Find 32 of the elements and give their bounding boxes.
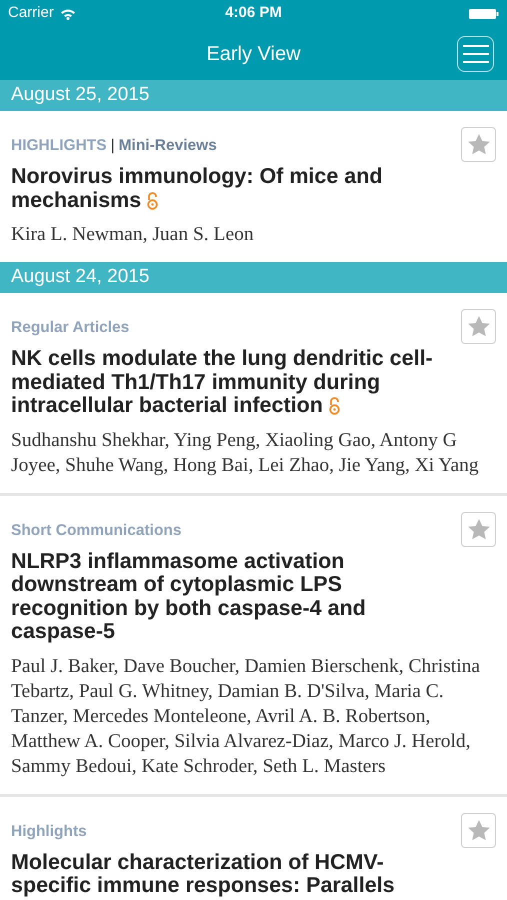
star-icon xyxy=(466,315,490,338)
article-category: Short Communications xyxy=(11,520,182,540)
favorite-button[interactable] xyxy=(461,812,496,848)
date-label: August 24, 2015 xyxy=(11,265,150,290)
carrier-label: Carrier xyxy=(8,3,54,24)
category-separator: | xyxy=(110,136,115,156)
star-icon xyxy=(466,818,490,842)
article-title[interactable]: Norovirus immunology: Of mice and mechanisms xyxy=(11,165,496,212)
open-lock-icon xyxy=(328,397,340,416)
article-title[interactable]: NLRP3 inflammasome activation downstream of cytoplasmic LPS recognition by both caspase-4 and caspase-5 xyxy=(11,550,496,644)
battery-icon xyxy=(469,8,499,20)
article-authors: Sudhanshu Shekhar, Ying Peng, Xiaoling Gao, Antony G Joyee, Shuhe Wang, Hong Bai, Lei Zhao, Jie Yang, Xi Yang xyxy=(11,428,480,478)
favorite-button[interactable] xyxy=(461,512,496,546)
menu-icon xyxy=(462,45,488,63)
star-icon xyxy=(466,518,490,540)
article-category: Regular Articles xyxy=(11,318,130,338)
star-icon xyxy=(466,133,490,156)
article-authors: Paul J. Baker, Dave Boucher, Damien Bierschenk, Christina Tebartz, Paul G. Whitney, Damian B. D'Silva, Maria C. Tanzer, Mercedes Monteleone, Avril A. B. Robertson, Matthew A. Cooper, Silvia Alvarez-Diaz, Marco J. Herold, Sammy Bedoui, Kate Schroder, Seth L. Masters xyxy=(11,654,482,778)
menu-button[interactable] xyxy=(457,36,494,72)
article-category: HIGHLIGHTS xyxy=(11,136,107,156)
wifi-icon xyxy=(60,8,76,20)
favorite-button[interactable] xyxy=(461,127,496,162)
article-authors: Kira L. Newman, Juan S. Leon xyxy=(11,223,255,247)
open-lock-icon xyxy=(147,192,158,210)
article-title[interactable]: NK cells modulate the lung dendritic cell-mediated Th1/Th17 immunity during intracellular bacterial infection xyxy=(11,347,496,418)
status-time: 4:06 PM xyxy=(225,3,282,24)
article-title[interactable]: Molecular characterization of HCMV-specific immune responses: Parallels xyxy=(11,850,496,898)
date-label: August 25, 2015 xyxy=(11,83,150,108)
article-category: Highlights xyxy=(11,822,87,842)
favorite-button[interactable] xyxy=(461,309,496,344)
nav-title: Early View xyxy=(206,42,301,66)
article-type: Mini-Reviews xyxy=(118,136,217,156)
